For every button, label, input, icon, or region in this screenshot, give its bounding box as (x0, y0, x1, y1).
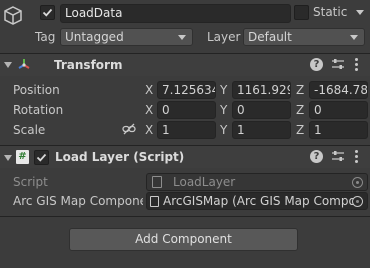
chevron-down-icon (350, 35, 358, 40)
position-y-field[interactable]: 1161.929 (232, 81, 291, 99)
script-field: LoadLayer (146, 173, 368, 191)
rotation-y-field[interactable]: 0 (232, 101, 291, 119)
constrain-proportions-icon[interactable] (122, 123, 136, 138)
rotation-y-axis-label[interactable]: Y (220, 103, 227, 117)
active-checkbox[interactable] (40, 5, 55, 20)
tag-dropdown[interactable]: Untagged (60, 28, 193, 46)
position-y-axis-label[interactable]: Y (220, 83, 227, 97)
rotation-x-axis-label[interactable]: X (145, 103, 153, 117)
rotation-label: Rotation (13, 103, 64, 117)
add-component-button[interactable]: Add Component (69, 228, 298, 251)
object-picker-icon (352, 177, 363, 188)
scale-z-axis-label[interactable]: Z (296, 123, 304, 137)
layer-value: Default (248, 30, 292, 44)
script-file-icon (152, 176, 162, 188)
static-label: Static (313, 5, 348, 19)
preset-icon[interactable] (331, 150, 345, 166)
object-picker-icon[interactable] (352, 196, 363, 207)
transform-icon (16, 57, 32, 76)
object-name-input[interactable]: LoadData (60, 4, 291, 23)
static-dropdown-icon[interactable] (356, 10, 364, 15)
script-value: LoadLayer (173, 175, 236, 189)
map-component-field[interactable]: ArcGISMap (Arc GIS Map Compo (146, 192, 368, 210)
transform-header[interactable]: Transform ? (0, 54, 370, 76)
scale-label: Scale (13, 123, 46, 137)
position-x-field[interactable]: 7.125634 (157, 81, 216, 99)
layer-label: Layer (207, 30, 241, 44)
scale-y-field[interactable]: 1 (232, 121, 291, 139)
foldout-arrow-icon[interactable] (4, 62, 12, 68)
script-icon: # (16, 150, 29, 164)
transform-title: Transform (54, 58, 123, 72)
more-options-icon[interactable] (355, 149, 359, 165)
rotation-z-field[interactable]: 0 (309, 101, 368, 119)
position-z-field[interactable]: -1684.78 (309, 81, 368, 99)
rotation-z-axis-label[interactable]: Z (296, 103, 304, 117)
component-icon (150, 196, 159, 207)
scale-y-axis-label[interactable]: Y (220, 123, 227, 137)
script-enabled-checkbox[interactable] (34, 150, 49, 165)
script-label: Script (13, 175, 48, 189)
map-component-value: ArcGISMap (Arc GIS Map Compo (163, 194, 356, 208)
static-checkbox[interactable] (294, 5, 309, 20)
scale-z-field[interactable]: 1 (309, 121, 368, 139)
tag-value: Untagged (65, 30, 124, 44)
load-layer-title: Load Layer (Script) (55, 150, 185, 164)
position-x-axis-label[interactable]: X (145, 83, 153, 97)
rotation-x-field[interactable]: 0 (157, 101, 216, 119)
load-layer-header[interactable]: # Load Layer (Script) ? (0, 146, 370, 168)
foldout-arrow-icon[interactable] (4, 155, 12, 161)
tag-label: Tag (35, 30, 56, 44)
scale-x-axis-label[interactable]: X (145, 123, 153, 137)
help-icon[interactable]: ? (310, 58, 323, 71)
help-icon[interactable]: ? (310, 150, 323, 163)
position-z-axis-label[interactable]: Z (296, 83, 304, 97)
layer-dropdown[interactable]: Default (243, 28, 365, 46)
scale-x-field[interactable]: 1 (157, 121, 216, 139)
map-component-label: Arc GIS Map Compone (13, 194, 143, 208)
chevron-down-icon (178, 35, 186, 40)
more-options-icon[interactable] (355, 57, 359, 73)
gameobject-icon (4, 6, 22, 29)
preset-icon[interactable] (331, 58, 345, 74)
position-label: Position (13, 83, 60, 97)
